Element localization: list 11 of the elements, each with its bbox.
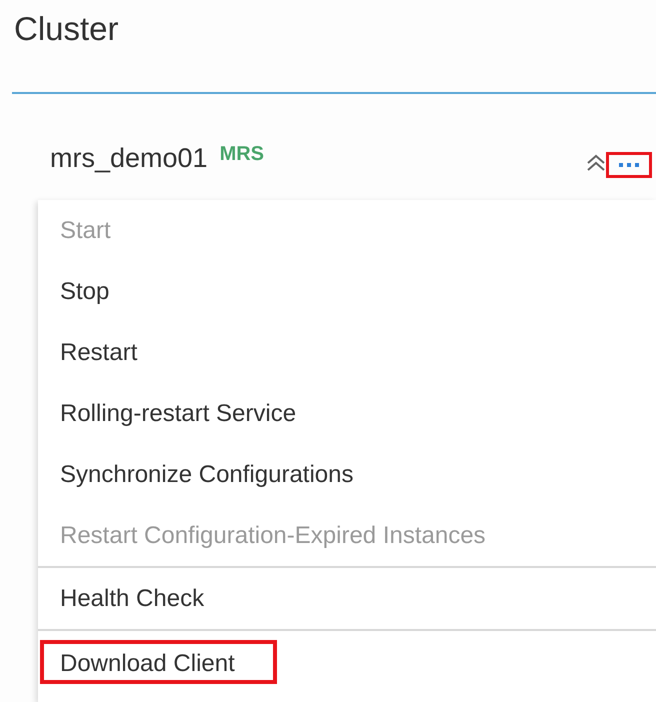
menu-item[interactable]: Health Check	[60, 584, 204, 612]
menu-item[interactable]: Synchronize Configurations	[60, 460, 354, 488]
menu-item[interactable]: Download Client	[40, 640, 277, 684]
more-button[interactable]	[606, 152, 652, 178]
page-title: Cluster	[13, 9, 120, 49]
menu-item[interactable]: Rolling-restart Service	[60, 400, 296, 428]
cluster-tag: MRS	[220, 142, 264, 166]
menu-item[interactable]: Stop	[60, 278, 110, 306]
collapse-icon[interactable]	[586, 154, 606, 172]
menu-item[interactable]: Restart	[60, 338, 138, 366]
cluster-name: mrs_demo01	[50, 142, 208, 174]
